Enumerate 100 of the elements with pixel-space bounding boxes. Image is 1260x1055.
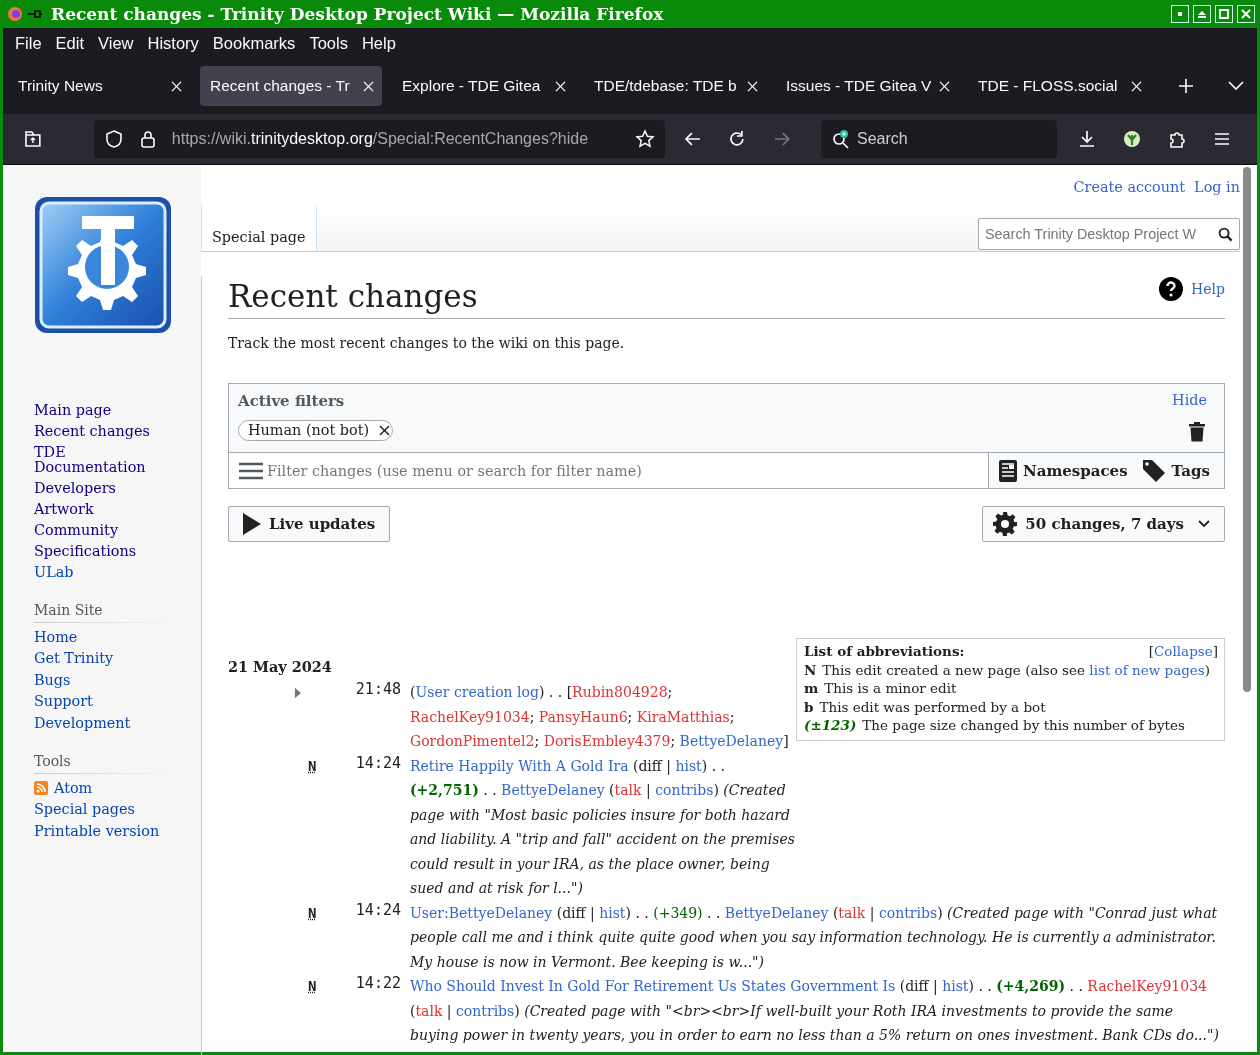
sidebar-link[interactable]: Community xyxy=(34,523,154,538)
close-icon[interactable] xyxy=(747,80,758,92)
forward-icon[interactable] xyxy=(772,129,793,149)
hide-link[interactable]: Hide xyxy=(1172,392,1207,408)
menu-item[interactable]: File xyxy=(12,31,49,55)
browser-tab[interactable]: Explore - TDE Gitea xyxy=(392,66,574,106)
sidebar-link[interactable]: TDE Documentation xyxy=(34,445,154,475)
close-icon[interactable] xyxy=(171,80,182,92)
user-link[interactable]: KiraMatthias xyxy=(636,708,730,725)
shield-icon[interactable] xyxy=(103,129,124,149)
minimize-icon[interactable] xyxy=(1171,5,1189,23)
browser-tab[interactable]: Issues - TDE Gitea V xyxy=(776,66,958,106)
url-field[interactable]: https://wiki.trinitydesktop.org/Special:RecentChanges?hide xyxy=(93,120,665,158)
user-link[interactable]: RachelKey91034 xyxy=(410,708,530,725)
page-link[interactable]: User creation log xyxy=(415,684,539,700)
sidebar-link[interactable]: Specifications xyxy=(34,544,154,559)
menu-item[interactable]: History xyxy=(144,31,206,55)
scrollbar-thumb[interactable] xyxy=(1243,167,1251,692)
namespace-tab[interactable]: Special page xyxy=(201,205,317,251)
sidebar-link[interactable]: Recent changes xyxy=(34,424,154,439)
star-icon[interactable] xyxy=(634,129,655,149)
filter-chip[interactable]: Human (not bot) xyxy=(238,420,394,441)
page-link[interactable]: BettyeDelaney xyxy=(724,904,829,921)
sidebar-link[interactable]: Artwork xyxy=(34,502,154,517)
new-tab-icon[interactable] xyxy=(1178,78,1194,94)
user-link[interactable]: PansyHaun6 xyxy=(538,708,628,725)
browser-tab[interactable]: Recent changes - Tr xyxy=(200,66,382,106)
download-icon[interactable] xyxy=(1077,129,1097,149)
menu-icon[interactable] xyxy=(239,461,263,480)
shade-icon[interactable] xyxy=(1193,5,1211,23)
extension-icon[interactable] xyxy=(1122,129,1142,149)
account-link[interactable]: Create account xyxy=(1073,179,1186,204)
change-time: 14:22 xyxy=(354,974,401,994)
sidebar-link[interactable]: Atom xyxy=(54,777,93,800)
filter-field[interactable]: Filter changes (use menu or search for filter name) xyxy=(229,453,988,488)
page-link[interactable]: contribs xyxy=(456,1002,515,1019)
close-icon[interactable] xyxy=(939,80,950,92)
close-icon[interactable] xyxy=(555,80,566,92)
page-link[interactable]: Who Should Invest In Gold For Retirement Us States Government Is xyxy=(410,978,896,994)
browser-tab[interactable]: TDE/tdebase: TDE b xyxy=(584,66,766,106)
browser-tab[interactable]: TDE - FLOSS.social xyxy=(968,66,1150,106)
sidebar-link[interactable]: Support xyxy=(34,691,201,713)
close-icon[interactable] xyxy=(1131,80,1142,92)
namespaces-button[interactable]: Namespaces xyxy=(999,453,1128,488)
search-icon[interactable] xyxy=(1218,226,1233,242)
abbreviation-text: This edit created a new page (also see list of new pages) xyxy=(822,660,1211,679)
live-updates-button[interactable]: Live updates xyxy=(228,506,391,542)
sidebar-link[interactable]: Developers xyxy=(34,481,154,496)
sidebar-link[interactable]: Get Trinity xyxy=(34,648,201,670)
puzzle-icon[interactable] xyxy=(1167,129,1187,149)
feed-icon xyxy=(34,781,48,796)
page-link[interactable]: contribs xyxy=(655,782,714,798)
menu-item[interactable]: Bookmarks xyxy=(209,31,303,55)
remove-icon[interactable] xyxy=(379,424,391,436)
play-icon xyxy=(243,513,261,535)
abbreviation-key: (±123) xyxy=(804,716,857,735)
user-link[interactable]: Rubin804928 xyxy=(572,684,668,700)
collapse-link[interactable]: Collapse xyxy=(1154,643,1213,659)
page-link[interactable]: hist xyxy=(599,904,626,921)
trash-icon[interactable] xyxy=(1189,422,1205,442)
tags-button[interactable]: Tags xyxy=(1141,453,1210,488)
user-link[interactable]: talk xyxy=(838,904,866,921)
user-link[interactable]: GordonPimentel2 xyxy=(410,733,535,749)
browser-tab[interactable]: Trinity News xyxy=(8,66,190,106)
page-link[interactable]: User:BettyeDelaney xyxy=(410,904,553,921)
expand-toggle-icon[interactable] xyxy=(294,687,301,699)
sidebar-link[interactable]: ULab xyxy=(34,562,201,584)
account-link[interactable]: Log in xyxy=(1194,179,1240,204)
user-link[interactable]: talk xyxy=(614,782,642,798)
user-link[interactable]: DorisEmbley4379 xyxy=(543,733,671,749)
page-link[interactable]: hist xyxy=(675,757,702,774)
help-link[interactable]: Help xyxy=(1191,281,1225,297)
sidebar-link[interactable]: Main page xyxy=(34,403,154,418)
sidebar-icon[interactable] xyxy=(23,129,43,149)
page-link[interactable]: BettyeDelaney xyxy=(501,782,605,798)
menu-item[interactable]: Edit xyxy=(52,31,92,55)
pin-icon[interactable] xyxy=(27,9,43,19)
sidebar-link[interactable]: Printable version xyxy=(34,820,201,843)
chevron-down-icon[interactable] xyxy=(1228,81,1244,91)
menu-item[interactable]: Tools xyxy=(306,31,355,55)
sidebar-link[interactable]: Special pages xyxy=(34,799,201,821)
sidebar-link[interactable]: Home xyxy=(34,626,201,649)
sidebar-link[interactable]: Development xyxy=(34,712,201,735)
sidebar-link[interactable]: Bugs xyxy=(34,669,201,692)
page-link[interactable]: Retire Happily With A Gold Ira xyxy=(410,757,629,774)
help-icon[interactable] xyxy=(1159,277,1184,301)
page-link[interactable]: contribs xyxy=(878,904,938,921)
maximize-icon[interactable] xyxy=(1215,5,1233,23)
page-link[interactable]: BettyeDelaney xyxy=(679,733,784,749)
logo-icon[interactable] xyxy=(34,196,172,334)
user-link[interactable]: talk xyxy=(415,1002,443,1019)
new-pages-link[interactable]: list of new pages xyxy=(1089,661,1205,678)
search-field[interactable]: Search xyxy=(821,120,1057,158)
user-link[interactable]: RachelKey91034 xyxy=(1087,978,1207,994)
menu-item[interactable]: Help xyxy=(358,31,403,55)
page-link[interactable]: hist xyxy=(942,978,969,994)
wiki-search-field[interactable]: Search Trinity Desktop Project W xyxy=(978,218,1240,250)
menu-item[interactable]: View xyxy=(95,31,141,55)
close-icon[interactable] xyxy=(363,80,374,92)
limit-dropdown[interactable]: 50 changes, 7 days xyxy=(982,506,1225,542)
